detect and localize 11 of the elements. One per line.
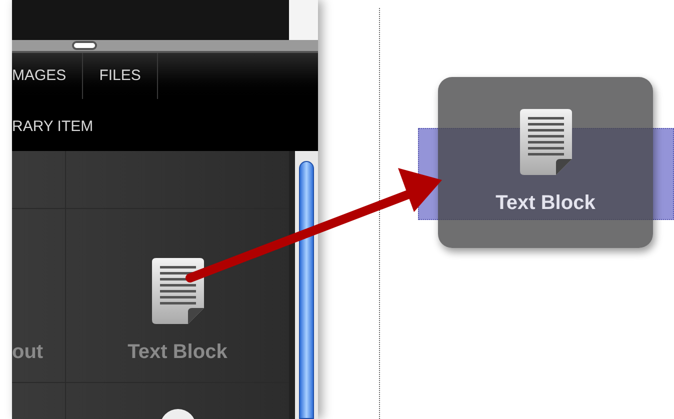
card-label: Text Block (496, 193, 596, 213)
section-header: RARY ITEM (12, 116, 94, 137)
splitter-handle[interactable] (72, 41, 97, 50)
document-icon (152, 258, 204, 324)
scrollbar-thumb[interactable] (299, 161, 314, 419)
tile-label: out (12, 342, 44, 362)
document-icon (520, 109, 572, 175)
library-tile[interactable]: Text Block (66, 209, 289, 382)
tab[interactable]: MAGES (12, 53, 84, 99)
tile-label: Text Block (128, 342, 228, 362)
tab[interactable]: FILES (83, 53, 158, 99)
